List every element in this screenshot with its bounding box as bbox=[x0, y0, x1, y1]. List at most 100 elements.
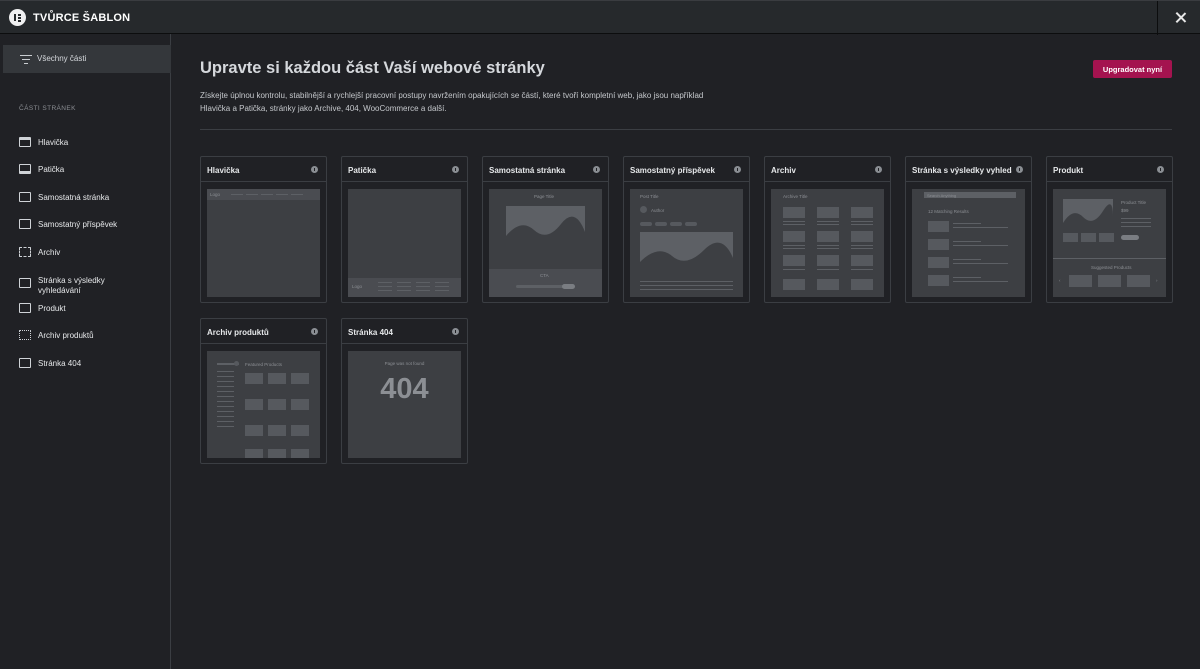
card-archive[interactable]: Archiv Archive Title bbox=[764, 156, 891, 303]
card-single-page[interactable]: Samostatná stránka Page Title CTA bbox=[482, 156, 609, 303]
sidebar-item-product-archive[interactable]: Archiv produktů bbox=[0, 325, 170, 347]
sidebar-item-search-results[interactable]: Stránka s výsledky vyhledávání bbox=[0, 270, 170, 298]
preview-text-line bbox=[640, 285, 733, 286]
card-single-post[interactable]: Samostatný příspěvek Post Title Author bbox=[623, 156, 750, 303]
preview-filter-line bbox=[217, 396, 234, 397]
sidebar-item-header[interactable]: Hlavička bbox=[0, 132, 170, 154]
preview-nav bbox=[276, 194, 288, 195]
info-icon[interactable] bbox=[311, 166, 318, 173]
header-icon bbox=[19, 137, 31, 147]
info-icon[interactable] bbox=[593, 166, 600, 173]
preview-search-icon bbox=[234, 361, 239, 366]
card-preview: Featured Products bbox=[207, 351, 320, 458]
preview-post-thumb bbox=[817, 231, 839, 242]
preview-arrow-right-icon: › bbox=[1156, 278, 1158, 283]
preview-product-thumb bbox=[245, 373, 263, 384]
preview-suggested-item bbox=[1098, 275, 1121, 287]
preview-suggested-products: Suggested Products bbox=[1091, 265, 1132, 270]
preview-product-thumb bbox=[268, 399, 286, 410]
sidebar-item-archive[interactable]: Archiv bbox=[0, 242, 170, 264]
preview-text-line bbox=[817, 269, 839, 270]
card-product-archive[interactable]: Archiv produktů Featured Products bbox=[200, 318, 327, 464]
card-header[interactable]: Hlavička Logo bbox=[200, 156, 327, 303]
info-icon[interactable] bbox=[875, 166, 882, 173]
sidebar-item-error-404[interactable]: Stránka 404 bbox=[0, 353, 170, 375]
info-icon[interactable] bbox=[1157, 166, 1164, 173]
preview-filter-line bbox=[217, 381, 234, 382]
preview-product-title: Product Title bbox=[1121, 200, 1147, 205]
preview-post-thumb bbox=[783, 231, 805, 242]
info-icon[interactable] bbox=[1016, 166, 1023, 173]
preview-result-thumb bbox=[928, 239, 949, 250]
top-bar: TVŮRCE ŠABLON bbox=[0, 0, 1200, 35]
preview-search-placeholder: Search Anything bbox=[927, 193, 957, 198]
sidebar: Všechny části ČÁSTI STRÁNEK Hlavička Pat… bbox=[0, 34, 171, 669]
archive-icon bbox=[19, 247, 31, 257]
preview-product-thumb bbox=[268, 373, 286, 384]
preview-author-avatar bbox=[640, 206, 647, 213]
preview-text-line bbox=[851, 245, 873, 246]
preview-archive-title: Archive Title bbox=[783, 194, 808, 199]
preview-product-price: $99 bbox=[1121, 208, 1129, 213]
filter-icon bbox=[20, 55, 32, 64]
sidebar-item-single-post[interactable]: Samostatný příspěvek bbox=[0, 214, 170, 236]
card-divider bbox=[483, 181, 608, 182]
info-icon[interactable] bbox=[734, 166, 741, 173]
preview-text-line bbox=[817, 245, 839, 246]
preview-text-line bbox=[953, 227, 1008, 228]
sidebar-item-product[interactable]: Produkt bbox=[0, 298, 170, 320]
card-product[interactable]: Produkt Product Title $99 Suggested Prod… bbox=[1046, 156, 1173, 303]
preview-text-line bbox=[953, 259, 981, 260]
sidebar-item-footer[interactable]: Patička bbox=[0, 159, 170, 181]
preview-product-thumb bbox=[245, 399, 263, 410]
preview-filter-line bbox=[217, 401, 234, 402]
sidebar-section-heading: ČÁSTI STRÁNEK bbox=[19, 105, 76, 112]
preview-footer-link bbox=[435, 290, 449, 291]
info-icon[interactable] bbox=[452, 166, 459, 173]
preview-footer-link bbox=[416, 290, 430, 291]
preview-cta-button bbox=[562, 284, 575, 289]
card-title: Samostatný příspěvek bbox=[630, 166, 715, 175]
preview-page-title: Page Title bbox=[534, 194, 555, 199]
preview-filter-line bbox=[217, 391, 234, 392]
close-icon[interactable] bbox=[1170, 7, 1192, 29]
preview-image bbox=[640, 232, 733, 272]
card-footer[interactable]: Patička Logo bbox=[341, 156, 468, 303]
preview-post-thumb bbox=[817, 255, 839, 266]
preview-text-line bbox=[640, 289, 733, 290]
card-preview: Archive Title bbox=[771, 189, 884, 297]
card-title: Hlavička bbox=[207, 166, 240, 175]
header-divider bbox=[1157, 1, 1158, 35]
preview-tag bbox=[670, 222, 682, 226]
preview-text-line bbox=[1121, 226, 1151, 227]
card-title: Samostatná stránka bbox=[489, 166, 566, 175]
sidebar-item-single-page[interactable]: Samostatná stránka bbox=[0, 187, 170, 209]
card-search-results[interactable]: Stránka s výsledky vyhledá... Search Any… bbox=[905, 156, 1032, 303]
error-404-icon bbox=[19, 358, 31, 368]
info-icon[interactable] bbox=[452, 328, 459, 335]
card-preview: Logo bbox=[348, 189, 461, 297]
sidebar-all-parts-label: Všechny části bbox=[37, 54, 87, 63]
preview-footer-link bbox=[397, 282, 411, 283]
info-icon[interactable] bbox=[311, 328, 318, 335]
preview-product-thumb bbox=[268, 425, 286, 436]
sidebar-item-all-parts[interactable]: Všechny části bbox=[3, 45, 171, 73]
product-archive-icon bbox=[19, 330, 31, 340]
preview-tag bbox=[655, 222, 667, 226]
sidebar-item-label: Stránka 404 bbox=[38, 359, 82, 368]
upgrade-button[interactable]: Upgradovat nyní bbox=[1093, 60, 1172, 78]
card-title: Patička bbox=[348, 166, 377, 175]
card-divider bbox=[765, 181, 890, 182]
preview-text-line bbox=[817, 224, 839, 225]
preview-logo-text: Logo bbox=[352, 284, 363, 289]
preview-text-line bbox=[783, 245, 805, 246]
preview-text-line bbox=[851, 224, 873, 225]
preview-text-line bbox=[783, 269, 805, 270]
preview-divider bbox=[1053, 258, 1166, 259]
card-error-404[interactable]: Stránka 404 Page was not found 404 bbox=[341, 318, 468, 464]
card-divider bbox=[342, 343, 467, 344]
preview-product-gallery bbox=[1063, 233, 1078, 242]
preview-text-line bbox=[640, 281, 733, 282]
preview-nav bbox=[261, 194, 273, 195]
preview-filter-line bbox=[217, 421, 234, 422]
